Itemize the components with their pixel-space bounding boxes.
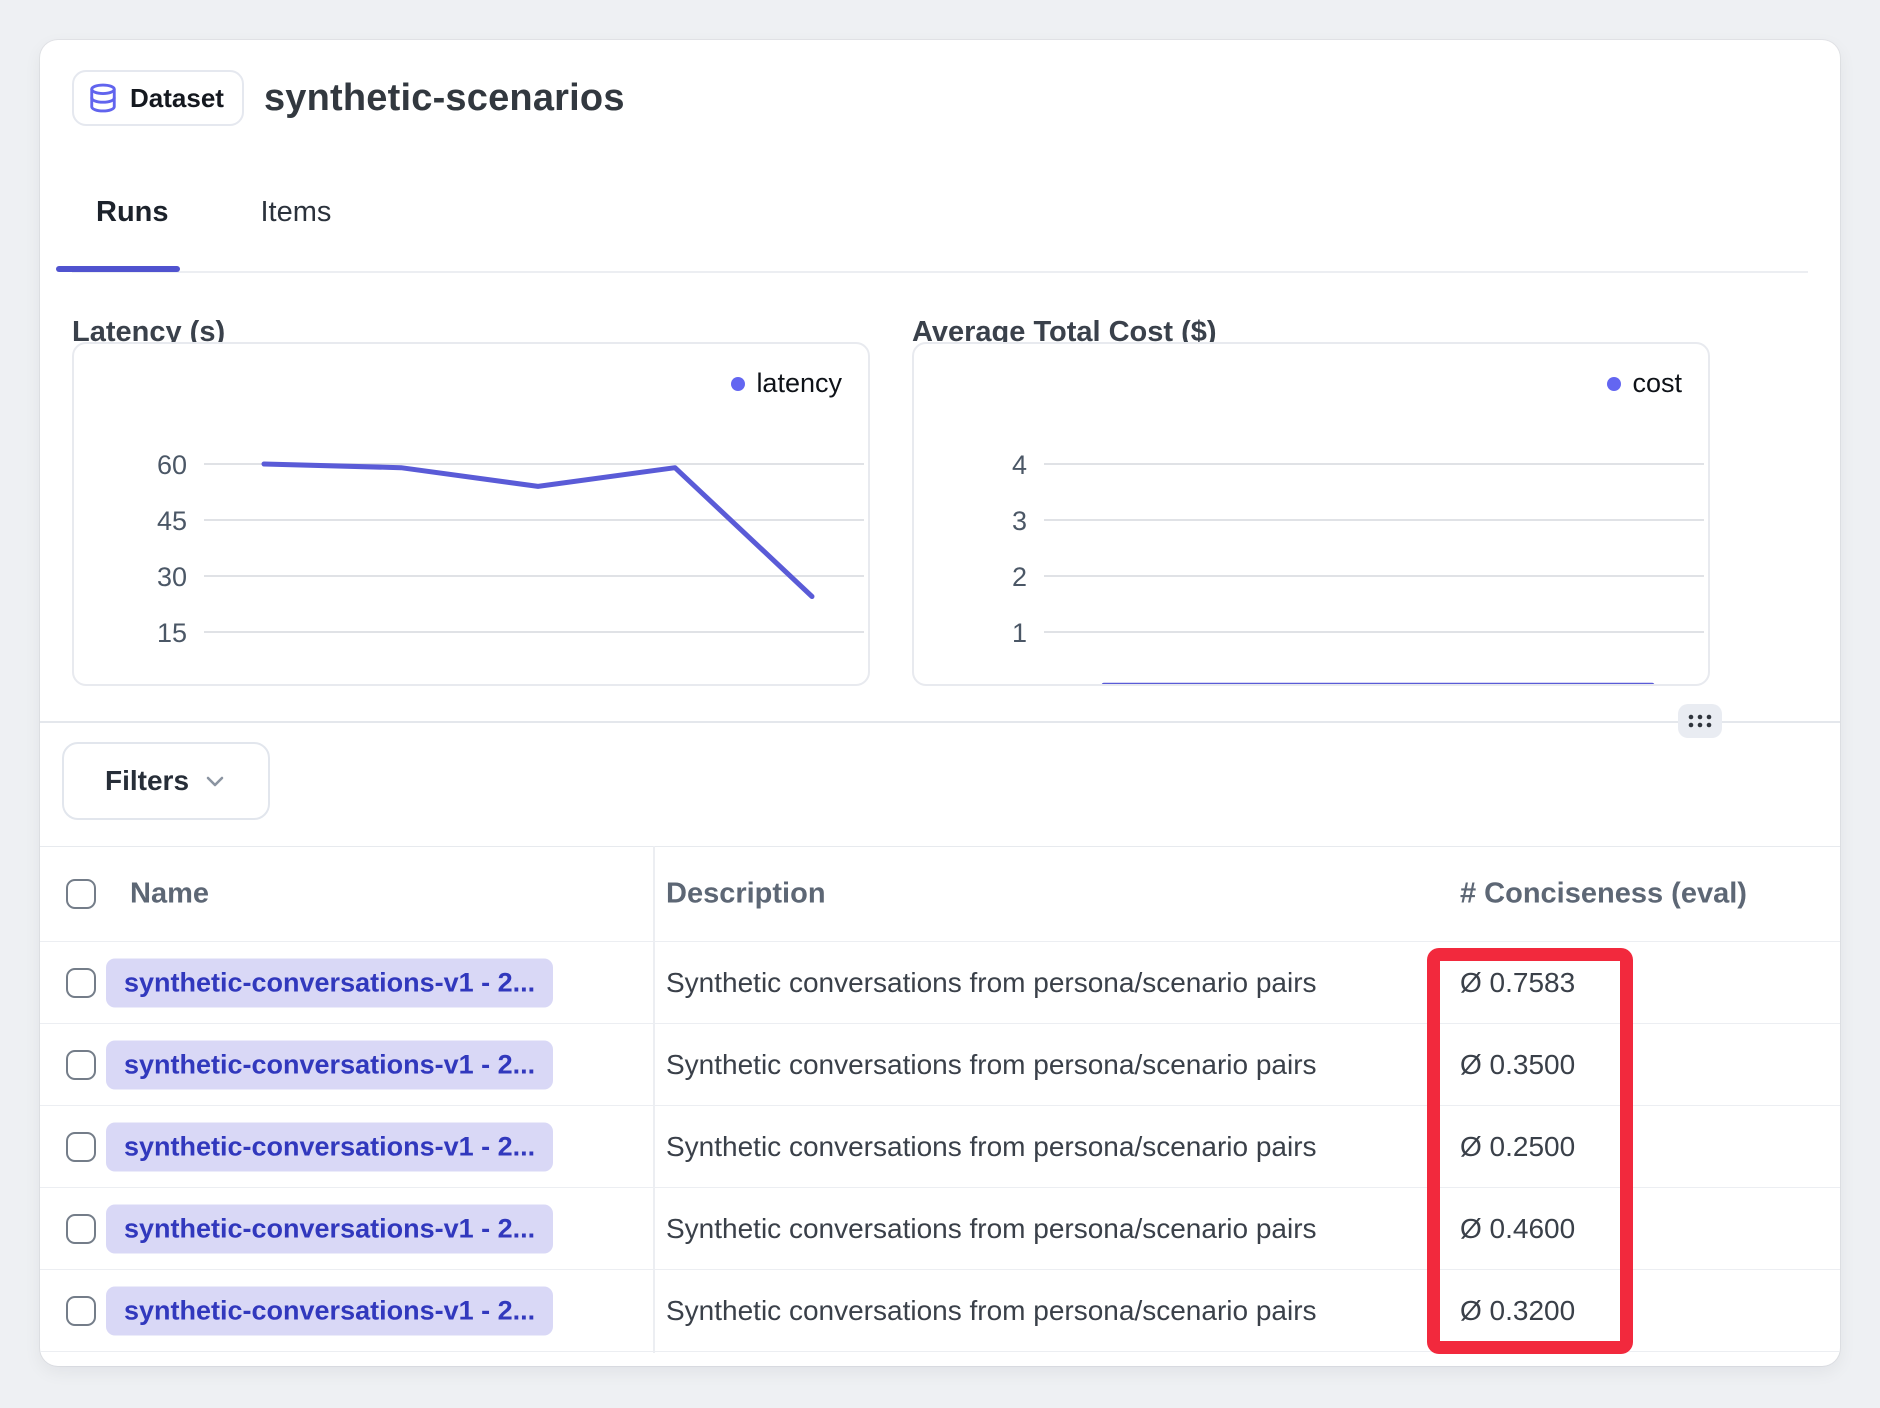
run-conciseness-value: Ø 0.3500: [1460, 1049, 1575, 1081]
run-name-link[interactable]: synthetic-conversations-v1 - 2...: [106, 1122, 553, 1171]
run-description: Synthetic conversations from persona/sce…: [666, 1213, 1317, 1245]
grip-dots-icon: [1687, 712, 1713, 730]
legend-dot-icon: [1607, 377, 1621, 391]
table-row: synthetic-conversations-v1 - 2... Synthe…: [40, 942, 1840, 1024]
tab-bar-border: [72, 271, 1808, 273]
svg-text:3: 3: [1012, 506, 1027, 536]
run-name-link[interactable]: synthetic-conversations-v1 - 2...: [106, 958, 553, 1007]
charts-section-divider: [40, 721, 1840, 723]
row-checkbox[interactable]: [66, 1132, 96, 1162]
chevron-down-icon: [203, 769, 227, 793]
tab-bar: Runs Items: [72, 178, 355, 274]
run-conciseness-value: Ø 0.4600: [1460, 1213, 1575, 1245]
active-tab-indicator: [56, 266, 180, 272]
tab-items[interactable]: Items: [237, 178, 356, 274]
table-header-row: Name Description # Conciseness (eval): [40, 846, 1840, 942]
run-description: Synthetic conversations from persona/sce…: [666, 967, 1317, 999]
run-name-link[interactable]: synthetic-conversations-v1 - 2...: [106, 1040, 553, 1089]
svg-text:30: 30: [157, 562, 187, 592]
tab-runs[interactable]: Runs: [72, 178, 193, 274]
svg-text:15: 15: [157, 618, 187, 648]
resize-drag-handle[interactable]: [1678, 704, 1722, 738]
cost-legend: cost: [1607, 368, 1682, 399]
page-title: synthetic-scenarios: [264, 77, 625, 120]
latency-legend: latency: [731, 368, 842, 399]
row-checkbox[interactable]: [66, 1296, 96, 1326]
run-description: Synthetic conversations from persona/sce…: [666, 1131, 1317, 1163]
dataset-badge-label: Dataset: [130, 83, 224, 114]
row-checkbox[interactable]: [66, 1050, 96, 1080]
run-description: Synthetic conversations from persona/sce…: [666, 1295, 1317, 1327]
legend-label: latency: [756, 368, 842, 399]
column-header-name: Name: [130, 878, 209, 911]
run-name-link[interactable]: synthetic-conversations-v1 - 2...: [106, 1286, 553, 1335]
database-icon: [88, 82, 118, 114]
run-description: Synthetic conversations from persona/sce…: [666, 1049, 1317, 1081]
svg-text:60: 60: [157, 450, 187, 480]
run-conciseness-value: Ø 0.3200: [1460, 1295, 1575, 1327]
filters-button-label: Filters: [105, 765, 189, 797]
cost-chart: 4 3 2 1 cost: [912, 342, 1710, 686]
row-checkbox[interactable]: [66, 1214, 96, 1244]
svg-text:45: 45: [157, 506, 187, 536]
run-conciseness-value: Ø 0.7583: [1460, 967, 1575, 999]
legend-label: cost: [1632, 368, 1682, 399]
row-checkbox[interactable]: [66, 968, 96, 998]
page-header: Dataset synthetic-scenarios: [72, 70, 625, 126]
latency-chart: 60 45 30 15 latency: [72, 342, 870, 686]
run-conciseness-value: Ø 0.2500: [1460, 1131, 1575, 1163]
column-divider: [653, 846, 655, 1353]
select-all-checkbox[interactable]: [66, 879, 96, 909]
filters-button[interactable]: Filters: [62, 742, 270, 820]
table-row: synthetic-conversations-v1 - 2... Synthe…: [40, 1024, 1840, 1106]
table-row: synthetic-conversations-v1 - 2... Synthe…: [40, 1188, 1840, 1270]
legend-dot-icon: [731, 377, 745, 391]
table-row: synthetic-conversations-v1 - 2... Synthe…: [40, 1106, 1840, 1188]
dataset-page-card: Dataset synthetic-scenarios Runs Items L…: [40, 40, 1840, 1366]
column-header-conciseness: # Conciseness (eval): [1460, 878, 1747, 911]
run-name-link[interactable]: synthetic-conversations-v1 - 2...: [106, 1204, 553, 1253]
svg-text:4: 4: [1012, 450, 1027, 480]
table-row: synthetic-conversations-v1 - 2... Synthe…: [40, 1270, 1840, 1352]
column-header-description: Description: [666, 878, 826, 911]
svg-text:2: 2: [1012, 562, 1027, 592]
dataset-type-badge: Dataset: [72, 70, 244, 126]
runs-table: Name Description # Conciseness (eval) sy…: [40, 846, 1840, 1352]
svg-text:1: 1: [1012, 618, 1027, 648]
